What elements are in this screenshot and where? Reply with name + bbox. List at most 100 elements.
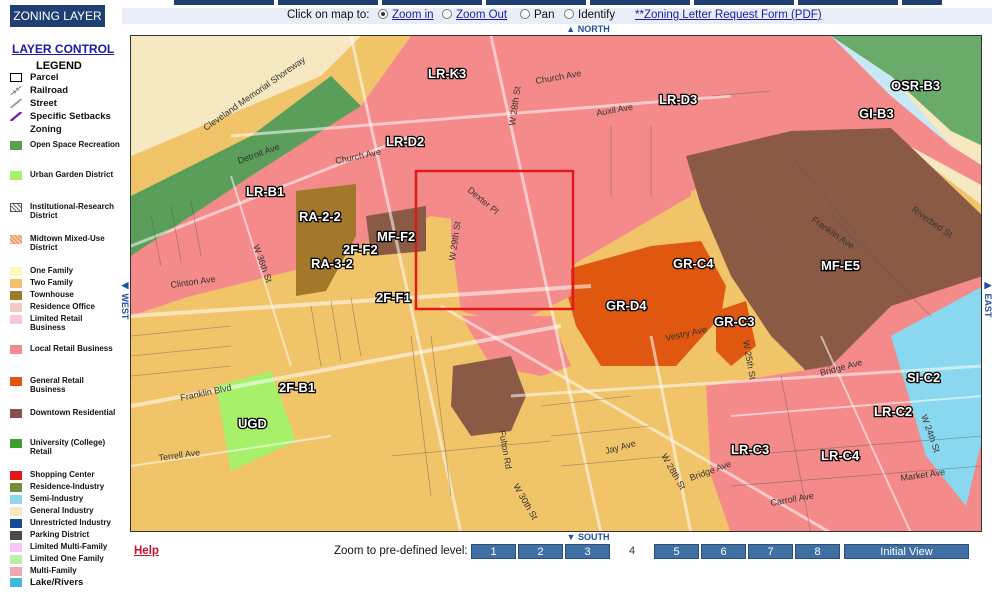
pan-east-button[interactable]: ▶ EAST	[983, 280, 993, 318]
zoom-level-5-button[interactable]: 5	[654, 544, 699, 559]
zoom-level-3-button[interactable]: 3	[565, 544, 610, 559]
east-arrow-icon[interactable]: ▶	[985, 280, 992, 291]
legend-item-zone: Two Family	[10, 278, 120, 288]
radio-selected-icon[interactable]	[378, 9, 388, 19]
legend-swatch	[10, 377, 22, 386]
legend-label: Multi-Family	[30, 566, 77, 575]
top-tab[interactable]	[486, 0, 586, 5]
top-tab[interactable]	[902, 0, 942, 5]
zone-label: MF-F2	[377, 229, 415, 244]
zone-label: GR-C3	[714, 314, 754, 329]
legend-label: Limited One Family	[30, 554, 104, 563]
legend-title: LEGEND	[36, 60, 82, 72]
layer-control-link[interactable]: LAYER CONTROL	[12, 42, 114, 56]
bottom-bar: Help Zoom to pre-defined level: 1 2 3 4 …	[122, 544, 992, 560]
map-canvas[interactable]: LR-K3 LR-D3 OSR-B3 GI-B3 LR-D2 LR-B1 RA-…	[131, 36, 982, 532]
legend-item-zone: Limited Multi-Family	[10, 542, 120, 552]
help-link[interactable]: Help	[134, 545, 159, 557]
top-tab[interactable]	[382, 0, 482, 5]
top-tab[interactable]	[278, 0, 378, 5]
zoning-layer-tab[interactable]: ZONING LAYER	[10, 5, 105, 27]
legend-swatch	[10, 303, 22, 312]
pan-west-button[interactable]: ◀ WEST	[120, 280, 130, 320]
legend-label: Street	[30, 98, 57, 109]
zone-label: OSR-B3	[891, 78, 940, 93]
top-tab[interactable]	[590, 0, 690, 5]
parcel-icon	[10, 73, 22, 82]
legend-swatch	[10, 567, 22, 576]
top-tab[interactable]	[694, 0, 794, 5]
legend-label: Limited Retail Business	[30, 314, 83, 332]
zoom-level-2-button[interactable]: 2	[518, 544, 563, 559]
left-panel: ZONING LAYER LAYER CONTROL LEGEND Parcel…	[0, 0, 122, 599]
zone-label: LR-D2	[386, 134, 424, 149]
zoom-in-link[interactable]: Zoom in	[392, 9, 434, 21]
legend-label: Specific Setbacks	[30, 111, 111, 122]
legend-label: Semi-Industry	[30, 494, 84, 503]
legend-label: General Retail Business	[30, 376, 84, 394]
east-label[interactable]: EAST	[983, 294, 993, 318]
zoom-level-1-button[interactable]: 1	[471, 544, 516, 559]
legend-swatch	[10, 495, 22, 504]
identify-label[interactable]: Identify	[578, 9, 615, 21]
zoom-level-6-button[interactable]: 6	[701, 544, 746, 559]
radio-icon[interactable]	[442, 9, 452, 19]
pan-option[interactable]: Pan	[520, 9, 554, 21]
west-arrow-icon[interactable]: ◀	[122, 280, 129, 291]
zoning-map[interactable]: LR-K3 LR-D3 OSR-B3 GI-B3 LR-D2 LR-B1 RA-…	[130, 35, 982, 532]
west-label[interactable]: WEST	[120, 294, 130, 320]
legend-item-zone: Local Retail Business	[10, 344, 120, 354]
legend-item-zone: Unrestricted Industry	[10, 518, 120, 528]
legend-item-zone: Limited Retail Business	[10, 314, 120, 332]
north-label[interactable]: NORTH	[578, 24, 610, 34]
legend-swatch	[10, 171, 22, 180]
legend-label: Urban Garden District	[30, 170, 114, 179]
identify-option[interactable]: Identify	[564, 9, 615, 21]
pan-south-button[interactable]: ▼ SOUTH	[548, 532, 628, 542]
legend-label: Parcel	[30, 72, 59, 83]
legend-swatch	[10, 141, 22, 150]
top-tab[interactable]	[798, 0, 898, 5]
pan-label[interactable]: Pan	[534, 9, 554, 21]
zone-label: UGD	[238, 416, 267, 431]
legend-item-zone: Residence-Industry	[10, 482, 120, 492]
legend-item-parcel: Parcel	[10, 72, 120, 83]
zone-label: 2F-F2	[343, 242, 378, 257]
legend-item-zone: Parking District	[10, 530, 120, 540]
railroad-icon	[10, 86, 22, 95]
zone-label: LR-K3	[428, 66, 466, 81]
legend-item-zone: Urban Garden District	[10, 170, 120, 180]
legend-item-zone: University (College) Retail	[10, 438, 120, 456]
zoning-letter-link-text[interactable]: **Zoning Letter Request Form (PDF)	[635, 9, 822, 21]
pan-north-button[interactable]: ▲ NORTH	[548, 24, 628, 34]
legend-swatch	[10, 555, 22, 564]
legend-swatch	[10, 279, 22, 288]
south-label[interactable]: SOUTH	[578, 532, 610, 542]
legend-swatch	[10, 507, 22, 516]
legend-item-zone: Downtown Residential	[10, 408, 120, 418]
zoom-level-8-button[interactable]: 8	[795, 544, 840, 559]
legend-swatch	[10, 439, 22, 448]
top-tab[interactable]	[174, 0, 274, 5]
legend-label: Open Space Recreation	[30, 140, 120, 149]
initial-view-button[interactable]: Initial View	[844, 544, 969, 559]
zone-label: GR-C4	[673, 256, 714, 271]
radio-icon[interactable]	[564, 9, 574, 19]
legend-item-zone: Shopping Center	[10, 470, 120, 480]
radio-icon[interactable]	[520, 9, 530, 19]
zoom-out-link[interactable]: Zoom Out	[456, 9, 507, 21]
legend-item-zone: Multi-Family	[10, 566, 120, 576]
zoning-letter-link[interactable]: **Zoning Letter Request Form (PDF)	[635, 9, 822, 21]
legend-item-zone: One Family	[10, 266, 120, 276]
zoom-level-7-button[interactable]: 7	[748, 544, 793, 559]
zone-label: LR-C3	[731, 442, 769, 457]
zone-label: GI-B3	[859, 106, 894, 121]
setback-icon	[10, 112, 22, 121]
zoom-out-option[interactable]: Zoom Out	[442, 9, 507, 21]
toolbar-prompt: Click on map to:	[287, 9, 370, 21]
zoom-in-option[interactable]: Zoom in	[378, 9, 434, 21]
legend-swatch	[10, 471, 22, 480]
legend-item-zone: Residence Office	[10, 302, 120, 312]
legend-swatch	[10, 235, 22, 244]
legend-label: Shopping Center	[30, 470, 95, 479]
